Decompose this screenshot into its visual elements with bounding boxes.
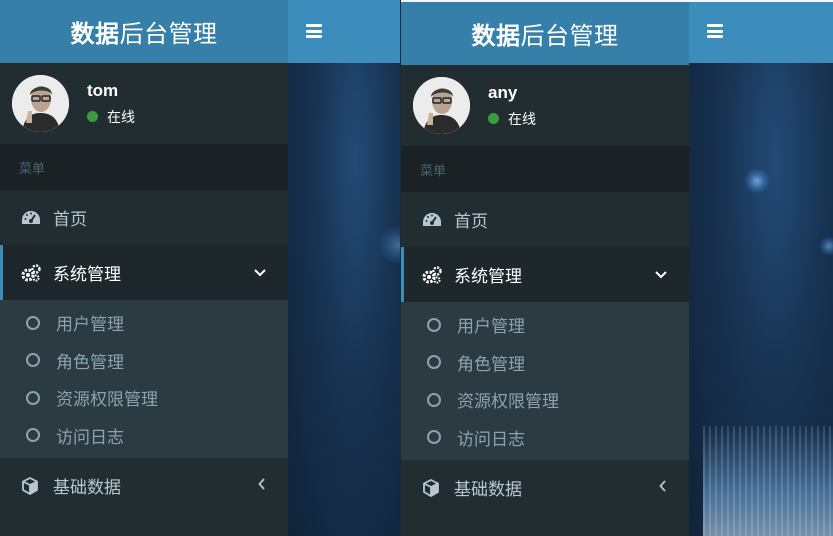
admin-panel-left: 数据 后台管理 tom 在线 菜单 首页 系统管理 用户管理 角色管理 资源权限…: [0, 0, 400, 536]
circle-icon: [26, 353, 40, 368]
submenu-item-users[interactable]: 用户管理: [0, 304, 288, 342]
user-panel: tom 在线: [0, 63, 288, 144]
chevron-left-icon: [659, 479, 667, 496]
submenu-label: 资源权限管理: [56, 390, 158, 411]
circle-icon: [26, 428, 40, 443]
menu-toggle-icon[interactable]: [306, 24, 322, 38]
admin-panel-right: 数据 后台管理 any 在线 菜单 首页 系统管理 用户管理 角色管理 资源权限…: [401, 0, 833, 536]
menu-item-label: 基础数据: [454, 480, 522, 500]
menu-item-system[interactable]: 系统管理: [401, 247, 689, 302]
avatar[interactable]: [12, 75, 69, 132]
submenu-label: 用户管理: [457, 317, 525, 338]
submenu: 用户管理 角色管理 资源权限管理 访问日志: [0, 300, 288, 458]
menu-item-label: 基础数据: [53, 478, 121, 498]
submenu-label: 访问日志: [457, 429, 525, 450]
dashboard-icon: [422, 212, 444, 228]
submenu-item-roles[interactable]: 角色管理: [0, 342, 288, 380]
menu-item-basic-data[interactable]: 基础数据: [401, 460, 689, 515]
circle-icon: [427, 355, 441, 370]
circle-icon: [427, 317, 441, 332]
status-text: 在线: [107, 109, 135, 126]
user-name: any: [488, 82, 518, 102]
menu-toggle-icon[interactable]: [707, 24, 723, 38]
submenu-item-roles[interactable]: 角色管理: [401, 344, 689, 382]
menu-item-home[interactable]: 首页: [0, 190, 288, 245]
dashboard-icon: [21, 210, 43, 226]
cogs-icon: [422, 265, 444, 284]
chevron-left-icon: [258, 477, 266, 494]
logo[interactable]: 数据 后台管理: [401, 2, 689, 65]
logo-text: 后台管理: [119, 20, 218, 48]
cube-icon: [422, 478, 444, 497]
circle-icon: [26, 315, 40, 330]
menu-item-home[interactable]: 首页: [401, 192, 689, 247]
submenu-label: 用户管理: [56, 315, 124, 336]
cube-icon: [21, 476, 43, 495]
content-area: [288, 0, 400, 536]
cogs-icon: [21, 263, 43, 282]
menu-item-label: 首页: [53, 210, 87, 230]
content-area: [689, 0, 833, 536]
online-dot-icon: [87, 111, 98, 122]
sidebar: 数据 后台管理 tom 在线 菜单 首页 系统管理 用户管理 角色管理 资源权限…: [0, 0, 288, 536]
logo-bold: 数据: [70, 20, 120, 48]
submenu-label: 资源权限管理: [457, 392, 559, 413]
online-dot-icon: [488, 113, 499, 124]
circle-icon: [26, 390, 40, 405]
logo[interactable]: 数据 后台管理: [0, 0, 288, 63]
circle-icon: [427, 430, 441, 445]
submenu-item-permissions[interactable]: 资源权限管理: [0, 379, 288, 417]
menu-header: 菜单: [0, 144, 288, 190]
top-navbar: [288, 0, 400, 63]
status-text: 在线: [508, 111, 536, 128]
submenu-item-users[interactable]: 用户管理: [401, 306, 689, 344]
user-status: 在线: [87, 107, 135, 127]
submenu-label: 角色管理: [457, 354, 525, 375]
user-name: tom: [87, 80, 119, 100]
submenu-item-logs[interactable]: 访问日志: [401, 419, 689, 457]
menu-item-basic-data[interactable]: 基础数据: [0, 458, 288, 513]
circle-icon: [427, 392, 441, 407]
chevron-down-icon: [655, 267, 667, 283]
menu-header: 菜单: [401, 146, 689, 192]
submenu-label: 访问日志: [56, 427, 124, 448]
menu-item-label: 首页: [454, 212, 488, 232]
sidebar: 数据 后台管理 any 在线 菜单 首页 系统管理 用户管理 角色管理 资源权限…: [401, 0, 689, 536]
menu-item-label: 系统管理: [53, 265, 121, 285]
menu-item-system[interactable]: 系统管理: [0, 245, 288, 300]
user-panel: any 在线: [401, 65, 689, 146]
logo-text: 后台管理: [520, 22, 619, 50]
avatar[interactable]: [413, 77, 470, 134]
submenu-item-logs[interactable]: 访问日志: [0, 417, 288, 455]
chevron-down-icon: [254, 265, 266, 281]
submenu-item-permissions[interactable]: 资源权限管理: [401, 381, 689, 419]
submenu-label: 角色管理: [56, 352, 124, 373]
submenu: 用户管理 角色管理 资源权限管理 访问日志: [401, 302, 689, 460]
top-navbar: [689, 0, 833, 63]
menu-item-label: 系统管理: [454, 267, 522, 287]
user-status: 在线: [488, 109, 536, 129]
logo-bold: 数据: [471, 22, 521, 50]
